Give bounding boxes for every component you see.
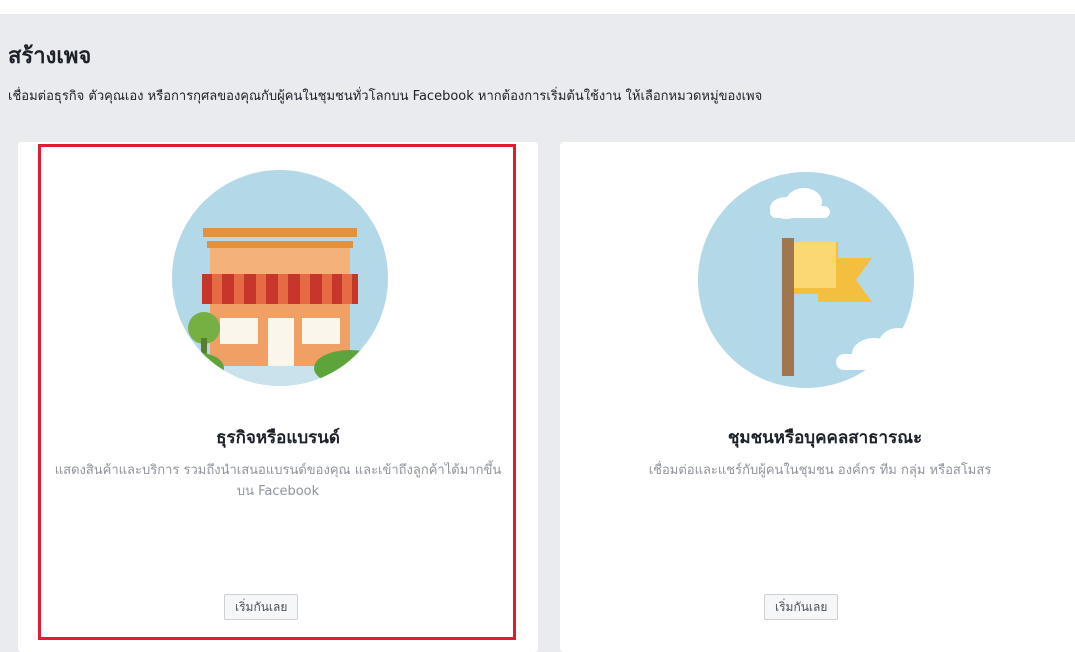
business-category-card[interactable]: ธุรกิจหรือแบรนด์ แสดงสินค้าและบริการ รวม… (18, 142, 538, 652)
community-card-title: ชุมชนหรือบุคคลสาธารณะ (727, 428, 923, 448)
business-card-description: แสดงสินค้าและบริการ รวมถึงนำเสนอแบรนด์ขอ… (54, 463, 502, 499)
community-category-card[interactable]: ชุมชนหรือบุคคลสาธารณะ เชื่อมต่อและแชร์กั… (560, 142, 1075, 652)
community-start-button[interactable]: เริ่มกันเลย (764, 594, 839, 620)
top-strip (0, 0, 1075, 14)
storefront-icon (170, 168, 390, 392)
page-subtitle: เชื่อมต่อธุรกิจ ตัวคุณเอง หรือการกุศลของ… (8, 89, 763, 104)
business-start-button[interactable]: เริ่มกันเลย (224, 594, 299, 620)
page-title: สร้างเพจ (8, 44, 92, 69)
community-card-description: เชื่อมต่อและแชร์กับผู้คนในชุมชน องค์กร ท… (648, 463, 992, 478)
flag-icon (686, 168, 926, 402)
business-card-title: ธุรกิจหรือแบรนด์ (216, 428, 340, 448)
